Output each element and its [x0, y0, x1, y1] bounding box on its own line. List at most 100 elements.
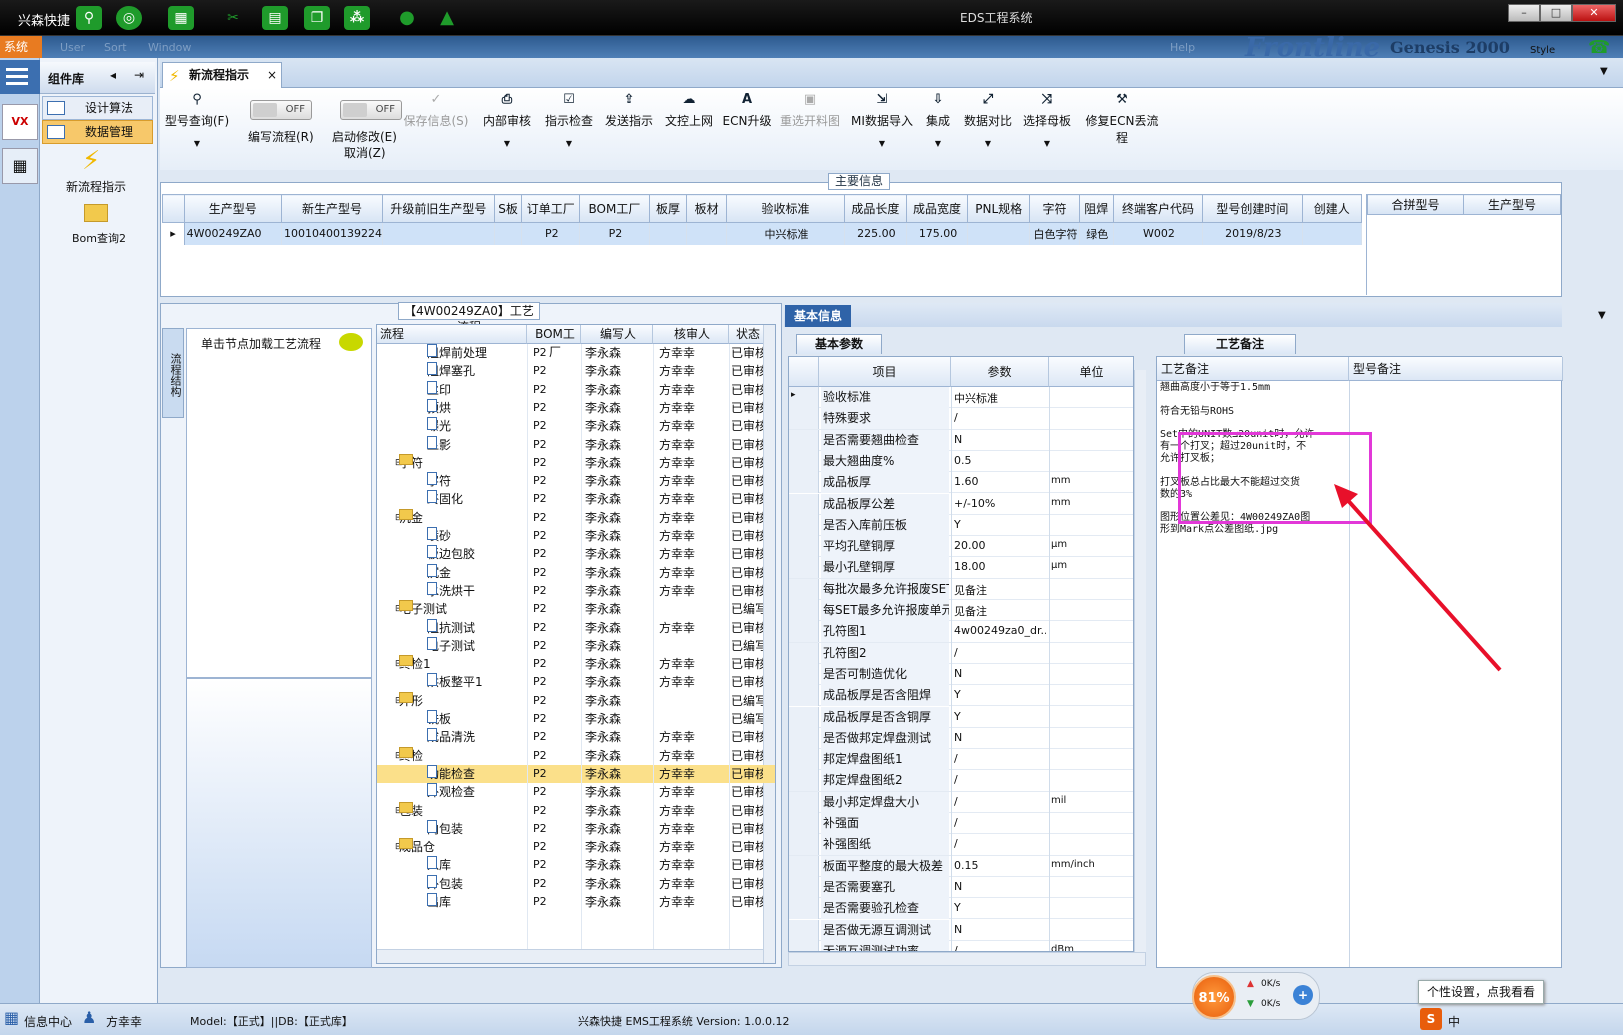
- tab-new-flow[interactable]: ⚡ 新流程指示 ×: [162, 62, 282, 89]
- tree-node[interactable]: 烘板整平1P2李永森方幸幸已审核: [377, 673, 775, 691]
- calculator-icon[interactable]: ▦: [2, 148, 38, 184]
- param-value[interactable]: /: [954, 944, 1046, 951]
- column-header[interactable]: 编写人: [581, 325, 653, 344]
- param-value[interactable]: 4w00249za0_dr...: [954, 624, 1046, 637]
- tree-node[interactable]: ⊟电子测试P2李永森已编写: [377, 600, 775, 618]
- column-header[interactable]: 阻焊: [1078, 194, 1114, 223]
- start-edit-toggle[interactable]: OFF: [340, 100, 402, 120]
- param-row[interactable]: 成品板厚 1.60 mm: [789, 472, 1133, 494]
- tree-node[interactable]: ⊟字符P2李永森方幸幸已审核: [377, 453, 775, 472]
- column-header[interactable]: 创建人: [1301, 194, 1362, 223]
- table-cell[interactable]: [686, 222, 727, 245]
- param-row[interactable]: 平均孔壁铜厚 20.00 μm: [789, 536, 1133, 558]
- table-cell[interactable]: 4W00249ZA0: [184, 222, 283, 245]
- send-instruction-button[interactable]: ⇪ 发送指示: [602, 92, 656, 129]
- param-value[interactable]: /: [954, 773, 1046, 786]
- phone-icon[interactable]: ☎: [1588, 37, 1610, 58]
- component-item-design[interactable]: 设计算法: [42, 96, 153, 120]
- tree-node[interactable]: 显影P2李永森方幸幸已审核: [377, 435, 775, 454]
- param-value[interactable]: +/-10%: [954, 497, 1046, 510]
- column-header[interactable]: 新生产型号: [281, 194, 384, 223]
- collapse-icon[interactable]: ◂: [110, 68, 116, 82]
- chart-icon[interactable]: ▲: [434, 6, 460, 30]
- column-header[interactable]: 项目: [819, 357, 951, 387]
- process-tree[interactable]: 流程 BOM工厂 编写人 核审人 状态 阻焊前处理P2李永森方幸幸已审核阻焊塞孔…: [376, 324, 776, 964]
- param-value[interactable]: N: [954, 667, 1046, 680]
- table-cell[interactable]: [382, 222, 495, 245]
- param-value[interactable]: 1.60: [954, 475, 1046, 488]
- column-header[interactable]: 验收标准: [725, 194, 846, 223]
- tree-node[interactable]: 终固化P2李永森方幸幸已审核: [377, 490, 775, 508]
- tree-node[interactable]: 丝印P2李永森方幸幸已审核: [377, 380, 775, 399]
- tree-node[interactable]: 内包装P2李永森方幸幸已审核: [377, 819, 775, 838]
- param-row[interactable]: ▸ 验收标准 中兴标准: [789, 387, 1133, 409]
- ecn-upgrade-button[interactable]: A ECN升级: [720, 92, 774, 129]
- tree-node[interactable]: 功能检查P2李永森方幸幸已审核: [377, 764, 775, 783]
- integrate-button[interactable]: ⇩ 集成 ▼: [918, 92, 958, 148]
- param-value[interactable]: Y: [954, 688, 1046, 701]
- reselect-cut-button[interactable]: ▣ 重选开料图: [778, 92, 842, 129]
- param-row[interactable]: 孔符图2 /: [789, 642, 1133, 664]
- table-cell[interactable]: 225.00: [844, 222, 907, 245]
- column-header[interactable]: PNL规格: [967, 194, 1031, 223]
- globe-icon[interactable]: ◎: [116, 6, 142, 30]
- param-row[interactable]: 孔符图1 4w00249za0_dr...: [789, 621, 1133, 643]
- param-row[interactable]: 是否做邦定焊盘测试 N: [789, 727, 1133, 750]
- tree-node[interactable]: 阻焊前处理P2李永森方幸幸已审核: [377, 344, 775, 362]
- param-row[interactable]: 每批次最多允许报废SET 见备注: [789, 578, 1133, 600]
- param-row[interactable]: 每SET最多允许报废单元 见备注: [789, 600, 1133, 622]
- grid-icon[interactable]: ▦: [168, 6, 194, 30]
- mi-import-button[interactable]: ⇲ MI数据导入 ▼: [850, 92, 914, 148]
- table-row[interactable]: ▸ 4W00249ZA0 10010400139224 P2 P2 中兴标准 225.00 1…: [162, 222, 1362, 245]
- doc-online-button[interactable]: ☁ 文控上网: [662, 92, 716, 129]
- menu-icon[interactable]: [0, 60, 40, 94]
- memory-usage-badge[interactable]: 81%: [1192, 975, 1236, 1019]
- param-value[interactable]: /: [954, 816, 1046, 829]
- column-header[interactable]: 字符: [1029, 194, 1080, 223]
- scissors-icon[interactable]: ✂: [220, 6, 246, 30]
- tree-node[interactable]: ⊟沉金P2李永森方幸幸已审核: [377, 508, 775, 527]
- column-header[interactable]: 升级前旧生产型号: [382, 194, 495, 223]
- tree-node[interactable]: 水洗烘干P2李永森方幸幸已审核: [377, 581, 775, 600]
- param-row[interactable]: 无源互调测试功率 / dBm: [789, 940, 1133, 951]
- tree-node[interactable]: 外观检查P2李永森方幸幸已审核: [377, 783, 775, 801]
- windows-icon[interactable]: ▦: [4, 1008, 19, 1027]
- tree-node[interactable]: 阻焊塞孔P2李永森方幸幸已审核: [377, 362, 775, 380]
- column-header[interactable]: 单位: [1049, 357, 1133, 387]
- param-value[interactable]: 中兴标准: [954, 390, 1046, 406]
- column-header[interactable]: 板厚: [648, 194, 688, 223]
- column-header[interactable]: 型号创建时间: [1202, 194, 1303, 223]
- internal-review-button[interactable]: ⎙ 内部审核 ▼: [480, 92, 534, 148]
- apps-icon[interactable]: ⁂: [344, 6, 370, 30]
- plus-icon[interactable]: +: [1293, 985, 1313, 1005]
- instruction-check-button[interactable]: ☑ 指示检查 ▼: [542, 92, 596, 148]
- param-row[interactable]: 补强图纸 /: [789, 834, 1133, 856]
- column-header[interactable]: 成品宽度: [905, 194, 969, 223]
- column-header[interactable]: BOM工厂: [527, 325, 581, 359]
- param-row[interactable]: 邦定焊盘图纸1 /: [789, 749, 1133, 771]
- column-header[interactable]: 型号备注: [1349, 357, 1563, 381]
- param-value[interactable]: 18.00: [954, 560, 1046, 573]
- repair-ecn-button[interactable]: ⚒ 修复ECN丢流程: [1080, 92, 1164, 146]
- column-header[interactable]: 参数: [951, 357, 1049, 387]
- param-value[interactable]: 20.00: [954, 539, 1046, 552]
- param-row[interactable]: 是否需要塞孔 N: [789, 876, 1133, 899]
- tree-node[interactable]: ⊟包装P2李永森方幸幸已审核: [377, 801, 775, 820]
- param-row[interactable]: 是否做无源互调测试 N: [789, 919, 1133, 941]
- tab-flow-structure[interactable]: 流程结构: [162, 328, 184, 418]
- panel-dropdown-icon[interactable]: ▼: [1598, 310, 1606, 321]
- menu-user[interactable]: User: [60, 41, 85, 54]
- table-cell[interactable]: P2: [579, 222, 650, 245]
- column-header[interactable]: 成品长度: [844, 194, 907, 223]
- style-menu[interactable]: Style: [1530, 45, 1555, 56]
- vx-icon[interactable]: VX: [2, 104, 38, 140]
- tile-new-flow[interactable]: 新流程指示: [66, 178, 126, 195]
- param-value[interactable]: 见备注: [954, 603, 1046, 619]
- select-mother-board-button[interactable]: ⤨ 选择母板 ▼: [1020, 92, 1074, 148]
- column-header[interactable]: 终端客户代码: [1112, 194, 1204, 223]
- tree-node[interactable]: 外包装P2李永森方幸幸已审核: [377, 874, 775, 893]
- table-cell[interactable]: [649, 222, 688, 245]
- table-cell[interactable]: P2: [521, 222, 581, 245]
- info-center[interactable]: 信息中心: [24, 1013, 72, 1030]
- table-cell[interactable]: 10010400139224: [281, 222, 384, 245]
